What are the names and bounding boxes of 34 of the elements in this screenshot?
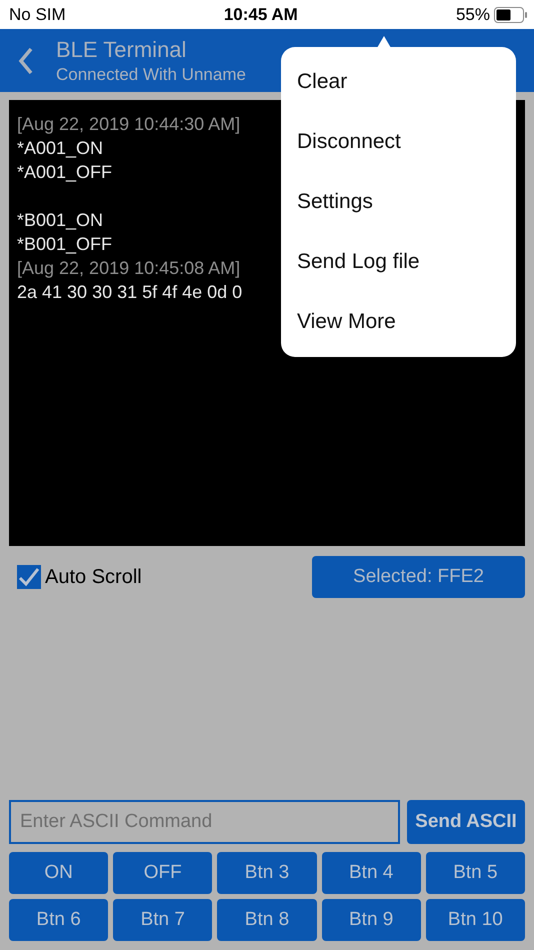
- connection-subtitle: Connected With Unname: [56, 64, 246, 84]
- data-line: *A001_ON: [17, 137, 104, 160]
- timestamp-line: [Aug 22, 2019 10:45:08 AM]: [17, 257, 240, 280]
- data-line: *B001_ON: [17, 209, 104, 232]
- menu-item[interactable]: Send Log file: [281, 232, 516, 292]
- ascii-command-field[interactable]: Enter ASCII Command: [9, 800, 400, 844]
- command-button[interactable]: OFF: [113, 852, 212, 894]
- battery-percent: 55%: [456, 4, 490, 24]
- timestamp-line: [Aug 22, 2019 10:44:30 AM]: [17, 113, 240, 136]
- data-line: *A001_OFF: [17, 161, 112, 184]
- auto-scroll-label: Auto Scroll: [45, 566, 142, 588]
- data-line: 2a 41 30 30 31 5f 4f 4e 0d 0: [17, 281, 242, 304]
- back-icon[interactable]: [18, 46, 34, 74]
- menu-item[interactable]: Disconnect: [281, 112, 516, 172]
- menu-item[interactable]: Settings: [281, 172, 516, 232]
- data-line: *B001_OFF: [17, 233, 112, 256]
- command-button[interactable]: Btn 3: [217, 852, 317, 894]
- command-button[interactable]: Btn 10: [426, 899, 525, 941]
- selected-characteristic-button[interactable]: Selected: FFE2: [312, 556, 525, 598]
- command-button[interactable]: Btn 7: [113, 899, 212, 941]
- command-button[interactable]: Btn 4: [322, 852, 421, 894]
- command-button[interactable]: ON: [9, 852, 108, 894]
- menu-item[interactable]: View More: [281, 292, 516, 352]
- command-button[interactable]: Btn 5: [426, 852, 525, 894]
- auto-scroll-checkbox[interactable]: [17, 565, 41, 589]
- menu-item[interactable]: Clear: [281, 52, 516, 112]
- command-button[interactable]: Btn 6: [9, 899, 108, 941]
- clock-text: 10:45 AM: [224, 4, 298, 24]
- command-button[interactable]: Btn 8: [217, 899, 317, 941]
- command-button[interactable]: Btn 9: [322, 899, 421, 941]
- carrier-text: No SIM: [9, 4, 66, 24]
- send-ascii-button[interactable]: Send ASCII: [407, 800, 525, 844]
- screen-title: BLE Terminal: [56, 36, 188, 62]
- battery-icon: [494, 6, 528, 22]
